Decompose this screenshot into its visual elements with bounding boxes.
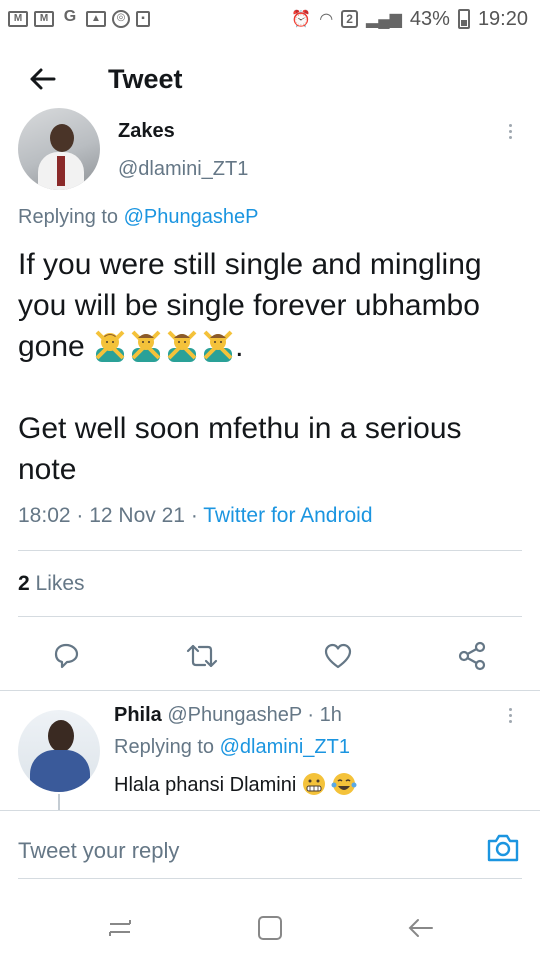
tweet-more-icon[interactable] bbox=[506, 124, 514, 139]
reply-author-handle[interactable]: @PhungasheP bbox=[167, 704, 301, 726]
reply-time: 1h bbox=[319, 704, 342, 726]
tweet-text-line1: If you were still single and mingling yo… bbox=[18, 248, 482, 363]
recent-apps-button[interactable] bbox=[100, 910, 140, 946]
divider bbox=[0, 690, 540, 691]
person-gesturing-no-emoji-icon bbox=[167, 330, 197, 362]
tweet-text-end: . bbox=[235, 330, 244, 363]
back-arrow-icon bbox=[30, 68, 56, 90]
tweet-source[interactable]: Twitter for Android bbox=[203, 504, 372, 527]
reply-button[interactable] bbox=[46, 636, 86, 676]
wifi-icon: ◠ bbox=[319, 11, 334, 28]
person-gesturing-no-emoji-icon bbox=[131, 330, 161, 362]
replying-prefix: Replying to bbox=[114, 736, 215, 758]
reply-icon bbox=[54, 643, 79, 669]
back-button[interactable] bbox=[22, 59, 62, 99]
tweet-meta: 18:02 · 12 Nov 21 · Twitter for Android bbox=[18, 504, 373, 528]
reply-header: Phila @PhungasheP · 1h bbox=[114, 704, 342, 727]
divider bbox=[18, 550, 522, 551]
system-nav-bar bbox=[0, 900, 540, 956]
thread-line bbox=[58, 794, 60, 810]
reply-compose-input[interactable]: Tweet your reply bbox=[18, 838, 179, 864]
like-button[interactable] bbox=[318, 636, 358, 676]
emoji-group bbox=[93, 328, 235, 362]
reply-author-name[interactable]: Phila bbox=[114, 704, 162, 726]
tweet-actions bbox=[0, 636, 540, 676]
reply-text: Hlala phansi Dlamini bbox=[114, 772, 357, 797]
meta-separator: · bbox=[76, 504, 90, 527]
replying-to: Replying to @PhungasheP bbox=[18, 206, 258, 229]
like-icon bbox=[324, 643, 352, 669]
person-gesturing-no-emoji-icon bbox=[203, 330, 233, 362]
google-icon: G bbox=[63, 8, 77, 25]
status-bar: M M G ▲ ◎ ▪ ⏰ ◠ 2 ▂▄▆ 43% 19:20 bbox=[0, 0, 540, 38]
alarm-icon: ⏰ bbox=[291, 11, 312, 28]
page-title: Tweet bbox=[108, 63, 183, 94]
likes-label: Likes bbox=[35, 572, 85, 595]
person-gesturing-no-emoji-icon bbox=[95, 330, 125, 362]
signal-icon: ▂▄▆ bbox=[365, 11, 402, 28]
tweet-time: 18:02 bbox=[18, 504, 71, 527]
back-nav-button[interactable] bbox=[400, 910, 440, 946]
reply-replying-to: Replying to @dlamini_ZT1 bbox=[114, 736, 350, 759]
sd-card-icon: ▪ bbox=[136, 11, 150, 27]
divider bbox=[0, 810, 540, 811]
author-avatar[interactable] bbox=[18, 108, 100, 190]
notification-icons: M M G ▲ ◎ ▪ bbox=[8, 8, 150, 28]
reply-more-icon[interactable] bbox=[506, 708, 514, 723]
meta-separator: · bbox=[307, 704, 320, 726]
retweet-button[interactable] bbox=[182, 636, 222, 676]
battery-icon bbox=[457, 9, 470, 29]
camera-icon[interactable] bbox=[486, 832, 520, 864]
author-handle[interactable]: @dlamini_ZT1 bbox=[118, 158, 248, 181]
sync-icon: ◎ bbox=[112, 10, 130, 28]
meta-separator: · bbox=[190, 504, 204, 527]
tweet-body: If you were still single and mingling yo… bbox=[18, 244, 528, 490]
status-right: ⏰ ◠ 2 ▂▄▆ 43% 19:20 bbox=[291, 8, 528, 31]
replying-prefix: Replying to bbox=[18, 206, 119, 228]
divider bbox=[18, 616, 522, 617]
back-nav-icon bbox=[408, 919, 433, 937]
gmail-icon: M bbox=[8, 11, 28, 27]
likes-number: 2 bbox=[18, 572, 30, 595]
grimacing-face-emoji-icon bbox=[302, 773, 325, 795]
image-icon: ▲ bbox=[86, 11, 106, 27]
share-icon bbox=[458, 641, 486, 671]
reply-body: Hlala phansi Dlamini bbox=[114, 774, 297, 796]
recent-apps-icon bbox=[109, 920, 131, 936]
sim-badge: 2 bbox=[341, 10, 358, 28]
retweet-icon bbox=[186, 644, 218, 668]
author-name[interactable]: Zakes bbox=[118, 120, 175, 143]
share-button[interactable] bbox=[452, 636, 492, 676]
tweet-text-line2: Get well soon mfethu in a serious note bbox=[18, 412, 462, 486]
gmail-icon: M bbox=[34, 11, 54, 27]
home-icon bbox=[258, 916, 282, 940]
divider bbox=[18, 878, 522, 879]
tweet-date: 12 Nov 21 bbox=[89, 504, 185, 527]
replying-to-link[interactable]: @PhungasheP bbox=[124, 206, 259, 228]
tears-of-joy-emoji-icon bbox=[331, 773, 357, 795]
battery-percent: 43% bbox=[409, 7, 450, 30]
reply-author-avatar[interactable] bbox=[18, 710, 100, 792]
home-button[interactable] bbox=[250, 910, 290, 946]
likes-count[interactable]: 2 Likes bbox=[18, 572, 85, 596]
app-header: Tweet bbox=[0, 46, 540, 112]
clock: 19:20 bbox=[477, 7, 528, 30]
replying-to-link[interactable]: @dlamini_ZT1 bbox=[220, 736, 350, 758]
